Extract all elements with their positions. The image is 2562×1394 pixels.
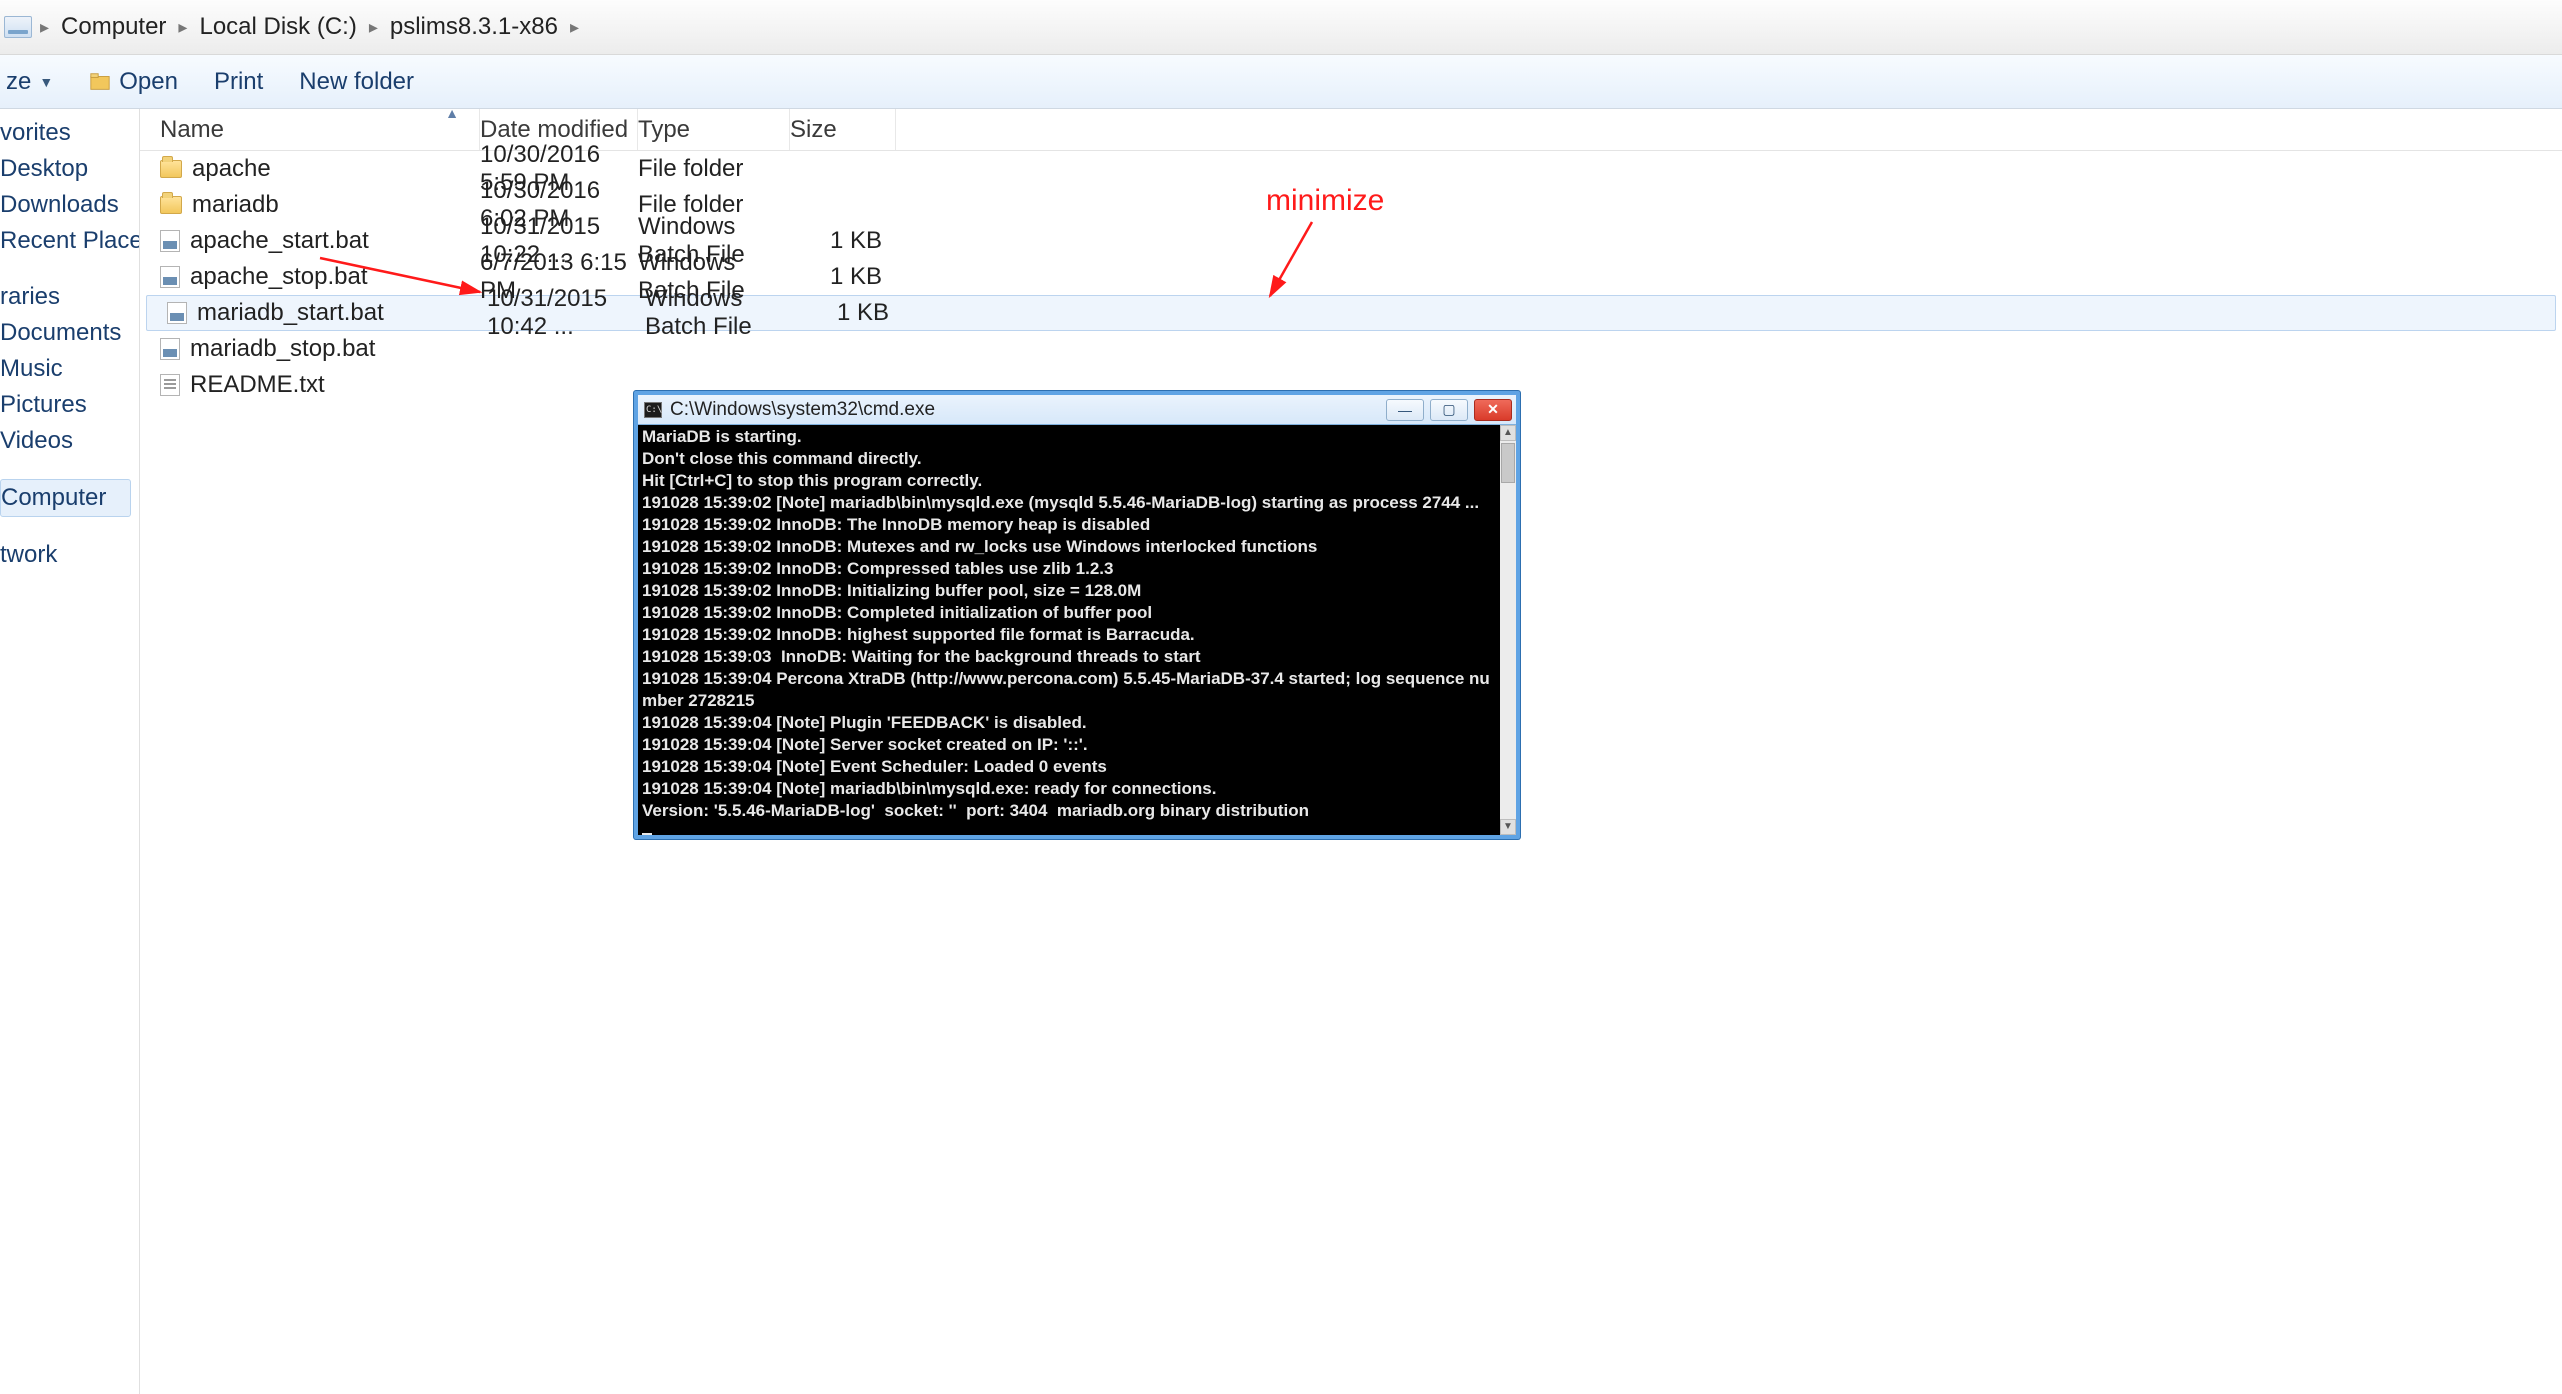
file-name: mariadb (192, 191, 279, 219)
bat-icon (160, 338, 180, 360)
bat-icon (167, 302, 187, 324)
column-size[interactable]: Size (790, 109, 896, 150)
file-name: apache_stop.bat (190, 263, 367, 291)
cmd-icon (644, 402, 662, 418)
sidebar-item-videos[interactable]: Videos (0, 423, 139, 459)
file-name: apache (192, 155, 271, 183)
chevron-down-icon: ▼ (39, 74, 53, 90)
scroll-up-icon[interactable]: ▲ (1500, 425, 1516, 441)
file-date: 10/31/2015 10:42 ... (487, 285, 645, 341)
file-name: apache_start.bat (190, 227, 369, 255)
sidebar-item-documents[interactable]: Documents (0, 315, 139, 351)
organize-label: ze (6, 68, 31, 96)
cmd-window[interactable]: C:\Windows\system32\cmd.exe — ▢ ✕ MariaD… (634, 391, 1520, 839)
print-button[interactable]: Print (214, 68, 263, 96)
open-button[interactable]: Open (89, 68, 178, 96)
close-icon: ✕ (1487, 401, 1499, 418)
column-type[interactable]: Type (638, 109, 790, 150)
chevron-right-icon[interactable]: ▸ (568, 17, 581, 38)
maximize-button[interactable]: ▢ (1430, 399, 1468, 421)
address-bar: ▸ Computer ▸ Local Disk (C:) ▸ pslims8.3… (0, 0, 2562, 55)
cmd-titlebar[interactable]: C:\Windows\system32\cmd.exe — ▢ ✕ (638, 395, 1516, 425)
maximize-icon: ▢ (1442, 401, 1455, 418)
sidebar-item-vorites[interactable]: vorites (0, 115, 139, 151)
file-name: mariadb_start.bat (197, 299, 384, 327)
bat-icon (160, 230, 180, 252)
chevron-right-icon[interactable]: ▸ (176, 17, 189, 38)
cursor-icon (642, 833, 652, 835)
navigation-sidebar: voritesDesktopDownloadsRecent Places rari… (0, 109, 140, 1394)
minimize-icon: — (1398, 402, 1412, 418)
minimize-button[interactable]: — (1386, 399, 1424, 421)
file-size: 1 KB (797, 299, 903, 327)
file-size: 1 KB (790, 263, 896, 291)
file-pane: Name▲ Date modified Type Size apache10/3… (140, 109, 2562, 1394)
new-folder-label: New folder (299, 68, 414, 96)
folder-icon (160, 196, 182, 214)
file-row[interactable]: mariadb_start.bat10/31/2015 10:42 ...Win… (146, 295, 2556, 331)
column-name[interactable]: Name▲ (140, 109, 480, 150)
file-name: mariadb_stop.bat (190, 335, 375, 363)
sidebar-item-recent-places[interactable]: Recent Places (0, 223, 139, 259)
sidebar-item-music[interactable]: Music (0, 351, 139, 387)
breadcrumb-folder[interactable]: pslims8.3.1-x86 (380, 13, 568, 41)
sort-asc-icon: ▲ (445, 105, 459, 121)
folder-icon (160, 160, 182, 178)
open-label: Open (119, 68, 178, 96)
chevron-right-icon[interactable]: ▸ (38, 17, 51, 38)
sidebar-item-downloads[interactable]: Downloads (0, 187, 139, 223)
scroll-down-icon[interactable]: ▼ (1500, 819, 1516, 835)
print-label: Print (214, 68, 263, 96)
drive-icon (4, 16, 32, 38)
sidebar-item-twork[interactable]: twork (0, 537, 139, 573)
file-name: README.txt (190, 371, 325, 399)
scroll-thumb[interactable] (1501, 443, 1515, 483)
sidebar-item-raries[interactable]: raries (0, 279, 139, 315)
file-type: File folder (638, 155, 790, 183)
new-folder-button[interactable]: New folder (299, 68, 414, 96)
cmd-output: MariaDB is starting. Don't close this co… (638, 425, 1500, 835)
chevron-right-icon[interactable]: ▸ (367, 17, 380, 38)
organize-button[interactable]: ze ▼ (6, 68, 53, 96)
close-button[interactable]: ✕ (1474, 399, 1512, 421)
breadcrumb-drive[interactable]: Local Disk (C:) (189, 13, 366, 41)
txt-icon (160, 374, 180, 396)
breadcrumb-computer[interactable]: Computer (51, 13, 176, 41)
sidebar-item-desktop[interactable]: Desktop (0, 151, 139, 187)
file-size: 1 KB (790, 227, 896, 255)
bat-icon (160, 266, 180, 288)
cmd-scrollbar[interactable]: ▲ ▼ (1500, 425, 1516, 835)
sidebar-item-pictures[interactable]: Pictures (0, 387, 139, 423)
annotation-minimize-label: minimize (1266, 184, 1384, 218)
file-type: Windows Batch File (645, 285, 797, 341)
cmd-title-text: C:\Windows\system32\cmd.exe (670, 399, 935, 421)
explorer-toolbar: ze ▼ Open Print New folder (0, 55, 2562, 109)
sidebar-item-computer[interactable]: Computer (0, 479, 131, 517)
open-icon (89, 71, 111, 93)
